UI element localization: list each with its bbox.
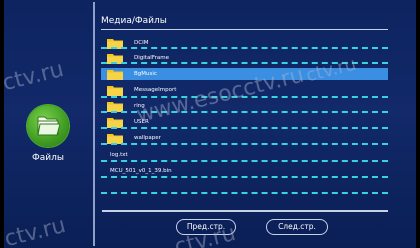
row-separator [101,192,388,194]
row-separator [101,127,388,129]
title-divider [101,29,388,30]
row-separator [101,160,388,162]
folder-icon [107,70,123,80]
watermark: ctv.ru [4,56,67,97]
file-name: BgMusic [134,71,157,77]
app-label: Файлы [32,153,64,163]
folder-icon [107,86,123,96]
sidebar-divider [93,2,95,246]
row-separator [101,47,388,49]
file-name: MCU_501_v0_1_39.bin [110,168,172,174]
row-separator [101,176,388,178]
row-separator [101,143,388,145]
screen-frame: Файлы Медиа/Файлы DCIM DigitalFrame BgMu… [4,0,416,248]
file-name: log.txt [110,152,128,158]
folder-icon [37,116,60,136]
watermark: ctv.ru [4,212,69,248]
file-name: wallpaper [134,135,161,141]
next-page-button[interactable]: След.стр. [266,219,328,235]
file-name: MessageImport [134,87,177,93]
files-app-icon[interactable] [27,105,69,147]
page-title: Медиа/Файлы [101,16,167,26]
list-bottom-divider [102,210,388,212]
